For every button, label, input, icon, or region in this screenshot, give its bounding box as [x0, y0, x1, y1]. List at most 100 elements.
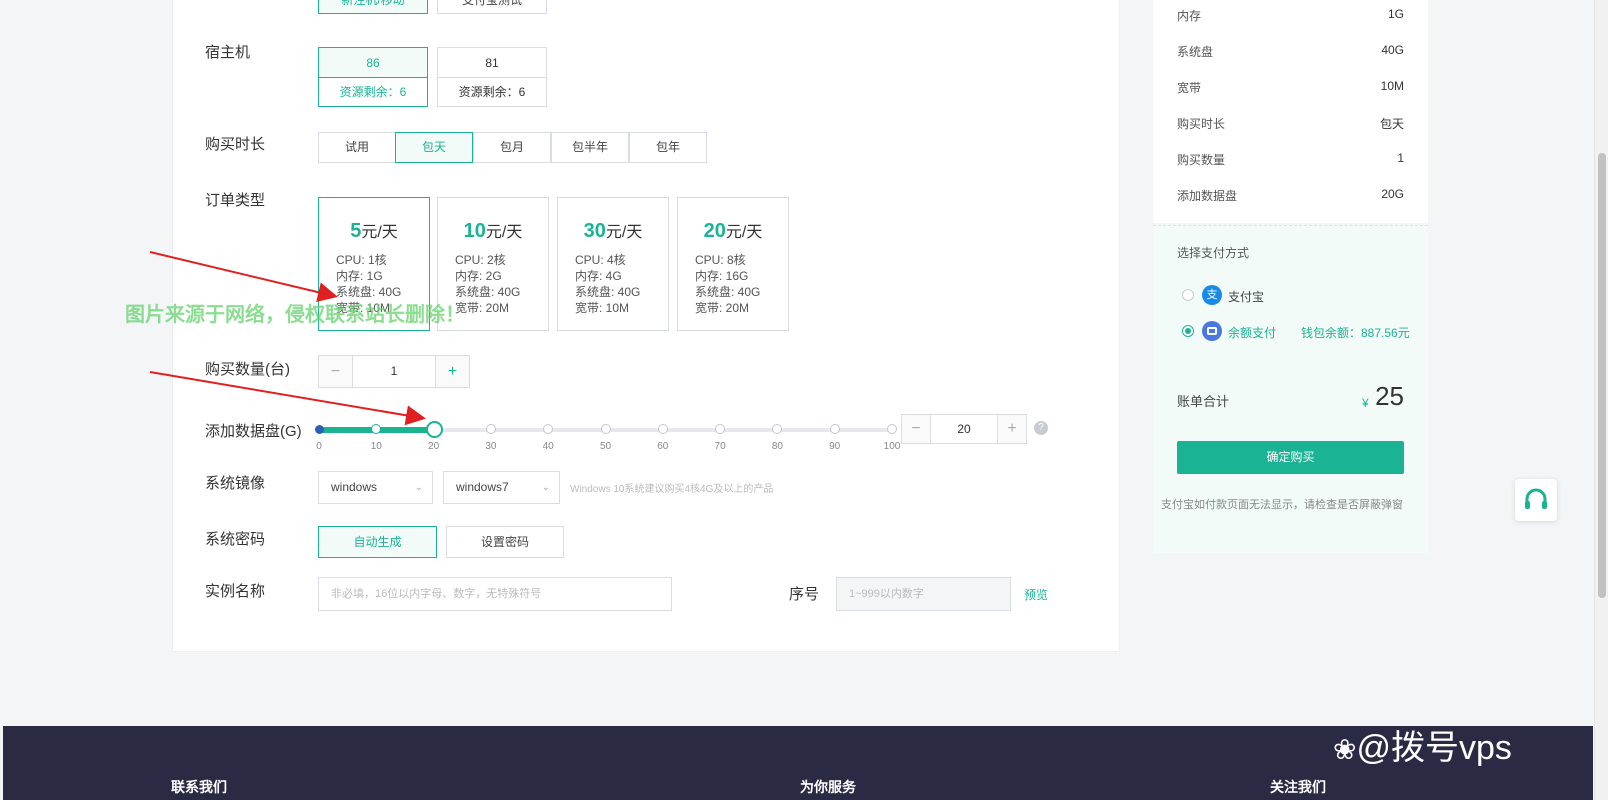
host-card-86[interactable]: 86 资源剩余：6 [318, 47, 428, 107]
summary-row: 购买数量 1 [1177, 151, 1404, 168]
os-select[interactable]: windows ⌄ [318, 471, 433, 504]
tab-region-1[interactable]: 新注机/移动 [318, 0, 428, 14]
auto-password-button[interactable]: 自动生成 [318, 526, 437, 558]
duration-trial-button[interactable]: 试用 [318, 132, 396, 163]
confirm-purchase-button[interactable]: 确定购买 [1177, 441, 1404, 474]
data-disk-slider-handle[interactable] [425, 421, 443, 438]
wallet-balance: 钱包余额：887.56元 [1301, 326, 1410, 340]
alipay-label[interactable]: 支付宝 [1228, 288, 1264, 305]
seq-input[interactable]: 1~999以内数字 [836, 577, 1011, 611]
plan-cpu: CPU: 2核 [455, 253, 506, 267]
data-disk-plus-button[interactable]: + [998, 415, 1026, 443]
quantity-minus-button[interactable]: − [319, 356, 352, 387]
data-disk-label: 添加数据盘(G) [205, 423, 302, 440]
slider-tick-label: 70 [714, 441, 726, 452]
slider-tick-label: 50 [599, 441, 612, 452]
total-amount: 25 [1375, 381, 1404, 411]
summary-value: 10M [1380, 79, 1404, 93]
password-label: 系统密码 [205, 531, 266, 548]
balance-label[interactable]: 余额支付 [1228, 324, 1276, 341]
duration-yearly-button[interactable]: 包年 [629, 132, 707, 163]
headset-icon [1525, 488, 1547, 509]
host-card-81[interactable]: 81 资源剩余：6 [437, 47, 547, 107]
slider-start-dot [315, 425, 324, 434]
plan-bandwidth: 宽带: 20M [455, 301, 510, 315]
plan-card-3[interactable]: 30元/天 CPU: 4核 内存: 4G 系统盘: 40G 宽带: 10M [557, 197, 669, 331]
quantity-label: 购买数量(台) [205, 361, 290, 378]
plan-price: 30元/天 [583, 220, 643, 242]
plan-card-4[interactable]: 20元/天 CPU: 8核 内存: 16G 系统盘: 40G 宽带: 20M [677, 197, 789, 331]
duration-daily-button[interactable]: 包天 [395, 132, 473, 163]
plan-disk: 系统盘: 40G [575, 285, 641, 299]
plan-price: 5元/天 [350, 220, 398, 242]
brand-watermark: ❀@拨号vps [1333, 729, 1512, 767]
scrollbar-thumb[interactable] [1598, 153, 1606, 598]
quantity-plus-button[interactable]: + [436, 356, 469, 387]
host-number: 86 [319, 48, 427, 78]
slider-tick[interactable] [600, 424, 611, 434]
total-label: 账单合计 [1177, 394, 1230, 409]
plan-price: 10元/天 [463, 220, 523, 242]
summary-key: 系统盘 [1177, 45, 1214, 59]
tab-region-2[interactable]: 支付宝测试 [437, 0, 547, 14]
customer-service-button[interactable] [1515, 479, 1557, 521]
slider-tick-label: 60 [657, 441, 669, 452]
slider-tick-label: 30 [485, 441, 497, 452]
summary-key: 宽带 [1177, 81, 1202, 95]
duration-halfyear-button[interactable]: 包半年 [551, 132, 629, 163]
summary-row: 添加数据盘 20G [1177, 187, 1404, 204]
host-number: 81 [438, 48, 546, 78]
alipay-icon: 支 [1202, 285, 1222, 305]
payment-panel: 选择支付方式 支 支付宝 余额支付 钱包余额：887.56元 账单合计 ¥ 25… [1153, 225, 1428, 553]
data-disk-input[interactable]: 20 [930, 415, 998, 443]
plan-disk: 系统盘: 40G [695, 285, 761, 299]
order-summary-panel: 内存 1G 系统盘 40G 宽带 10M 购买时长 包天 购买数量 1 添加数据盘 20G [1153, 0, 1428, 223]
plan-cpu: CPU: 4核 [575, 253, 626, 267]
data-disk-stepper: − 20 + [901, 414, 1027, 444]
set-password-button[interactable]: 设置密码 [446, 526, 564, 558]
alipay-radio[interactable] [1182, 289, 1194, 301]
image-label: 系统镜像 [205, 475, 266, 492]
duration-monthly-button[interactable]: 包月 [473, 132, 551, 163]
summary-key: 内存 [1177, 9, 1202, 23]
plan-cpu: CPU: 8核 [695, 253, 746, 267]
summary-row: 内存 1G [1177, 7, 1404, 24]
slider-tick[interactable] [657, 424, 668, 434]
data-disk-minus-button[interactable]: − [902, 415, 930, 443]
chevron-down-icon: ⌄ [414, 482, 423, 493]
page-scrollbar[interactable] [1594, 0, 1608, 800]
plan-cpu: CPU: 1核 [336, 253, 387, 267]
help-icon[interactable]: ? [1034, 421, 1048, 435]
summary-row: 购买时长 包天 [1177, 115, 1404, 132]
wallet-icon [1202, 321, 1222, 341]
slider-tick[interactable] [887, 424, 897, 434]
plan-bandwidth: 宽带: 20M [695, 301, 750, 315]
summary-key: 购买时长 [1177, 117, 1226, 131]
slider-tick-label: 80 [771, 441, 783, 452]
summary-value: 1 [1397, 151, 1404, 165]
plan-mem: 内存: 1G [336, 269, 383, 283]
slider-tick-label: 0 [316, 441, 322, 452]
duration-label: 购买时长 [205, 136, 266, 153]
summary-key: 购买数量 [1177, 153, 1226, 167]
instance-name-input[interactable]: 非必填，16位以内字母、数字，无特殊符号 [318, 577, 672, 611]
currency-symbol: ¥ [1362, 396, 1369, 410]
payment-title: 选择支付方式 [1177, 246, 1250, 260]
version-select-value: windows7 [456, 480, 509, 494]
host-label: 宿主机 [205, 44, 251, 61]
host-remain: 资源剩余：6 [339, 85, 407, 99]
site-footer: 联系我们 为你服务 关注我们 ❀@拨号vps [3, 726, 1593, 800]
instance-label: 实例名称 [205, 583, 266, 600]
quantity-input[interactable]: 1 [352, 356, 436, 387]
os-select-value: windows [331, 480, 378, 494]
summary-key: 添加数据盘 [1177, 189, 1238, 203]
balance-radio[interactable] [1182, 325, 1194, 337]
slider-tick[interactable] [485, 424, 496, 434]
plan-disk: 系统盘: 40G [455, 285, 521, 299]
preview-link[interactable]: 预览 [1024, 586, 1048, 603]
slider-tick[interactable] [829, 424, 840, 434]
footer-follow-heading: 关注我们 [1270, 779, 1326, 795]
version-select[interactable]: windows7 ⌄ [443, 471, 560, 504]
summary-value: 1G [1387, 7, 1404, 21]
image-hint: Windows 10系统建议购买4核4G及以上的产品 [570, 484, 774, 495]
